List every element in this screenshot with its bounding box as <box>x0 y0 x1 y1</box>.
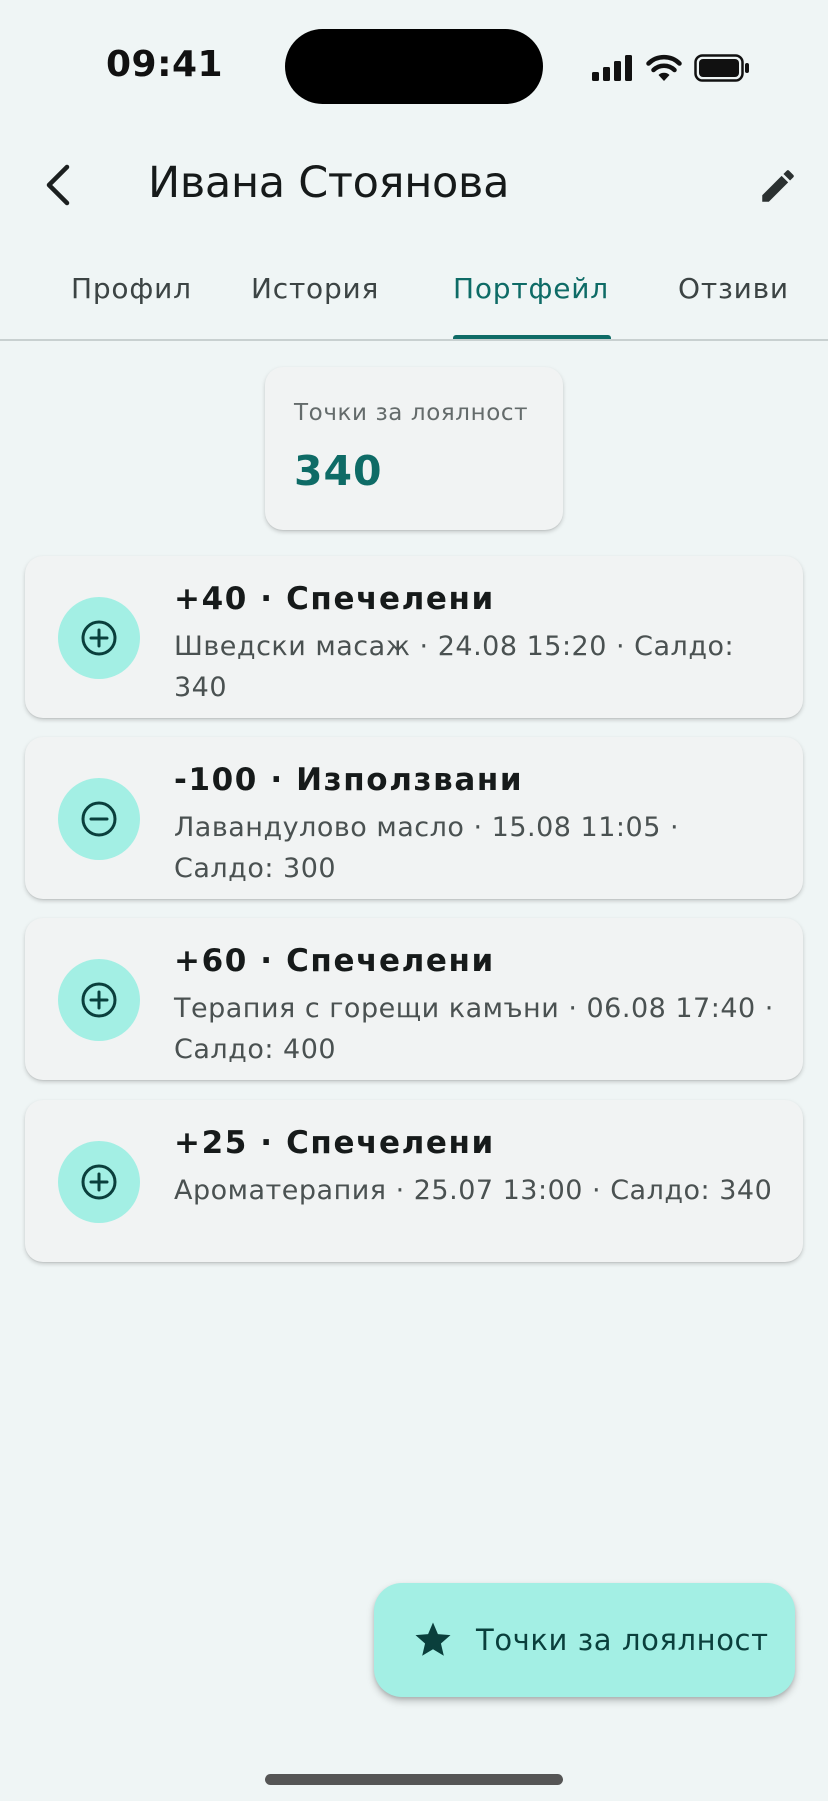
plus-circle-icon <box>81 982 117 1018</box>
transaction-title: +25 · Спечелени <box>174 1125 495 1161</box>
transaction-subtitle: Ароматерапия · 25.07 13:00 · Салдо: 340 <box>174 1175 773 1206</box>
transaction-avatar <box>58 597 140 679</box>
transaction-subtitle: Лавандулово масло · 15.08 11:05 · Салдо:… <box>174 812 680 884</box>
battery-icon <box>694 54 749 82</box>
tab-profile[interactable]: Профил <box>71 272 192 305</box>
cellular-signal-icon <box>592 55 632 81</box>
star-icon <box>410 1617 456 1663</box>
loyalty-points-label: Точки за лоялност <box>294 400 529 426</box>
edit-pencil-icon <box>762 170 794 202</box>
loyalty-points-card: Точки за лоялност 340 <box>265 367 563 530</box>
status-icons <box>592 50 750 86</box>
transaction-title: +60 · Спечелени <box>174 943 495 979</box>
transaction-item[interactable]: +40 · Спечелени Шведски масаж · 24.08 15… <box>25 556 803 718</box>
transaction-item[interactable]: +60 · Спечелени Терапия с горещи камъни … <box>25 918 803 1080</box>
minus-circle-icon <box>81 801 117 837</box>
fab-label: Точки за лоялност <box>476 1623 769 1657</box>
tab-wallet[interactable]: Портфейл <box>453 272 609 305</box>
edit-button[interactable] <box>748 156 808 216</box>
transaction-avatar <box>58 959 140 1041</box>
transaction-item[interactable]: -100 · Използвани Лавандулово масло · 15… <box>25 737 803 899</box>
plus-circle-icon <box>81 1164 117 1200</box>
status-time: 09:41 <box>106 44 224 85</box>
plus-circle-icon <box>81 620 117 656</box>
transaction-subtitle: Шведски масаж · 24.08 15:20 · Салдо: 340 <box>174 631 735 703</box>
home-indicator <box>265 1774 563 1785</box>
transaction-subtitle: Терапия с горещи камъни · 06.08 17:40 · … <box>174 993 774 1065</box>
back-button[interactable] <box>30 150 86 220</box>
tab-bar: Профил История Портфейл Отзиви <box>0 258 828 341</box>
page-title: Ивана Стоянова <box>148 158 510 208</box>
transaction-title: +40 · Спечелени <box>174 581 495 617</box>
back-arrow-icon <box>46 164 70 206</box>
tab-history[interactable]: История <box>251 272 379 305</box>
transaction-item[interactable]: +25 · Спечелени Ароматерапия · 25.07 13:… <box>25 1100 803 1262</box>
transaction-avatar <box>58 1141 140 1223</box>
loyalty-points-value: 340 <box>294 447 383 495</box>
transaction-avatar <box>58 778 140 860</box>
tab-reviews[interactable]: Отзиви <box>678 272 789 305</box>
transaction-title: -100 · Използвани <box>174 762 524 798</box>
tabs-divider <box>0 339 828 341</box>
loyalty-points-fab[interactable]: Точки за лоялност <box>374 1583 795 1697</box>
wifi-icon <box>646 54 682 81</box>
dynamic-island <box>285 29 543 104</box>
